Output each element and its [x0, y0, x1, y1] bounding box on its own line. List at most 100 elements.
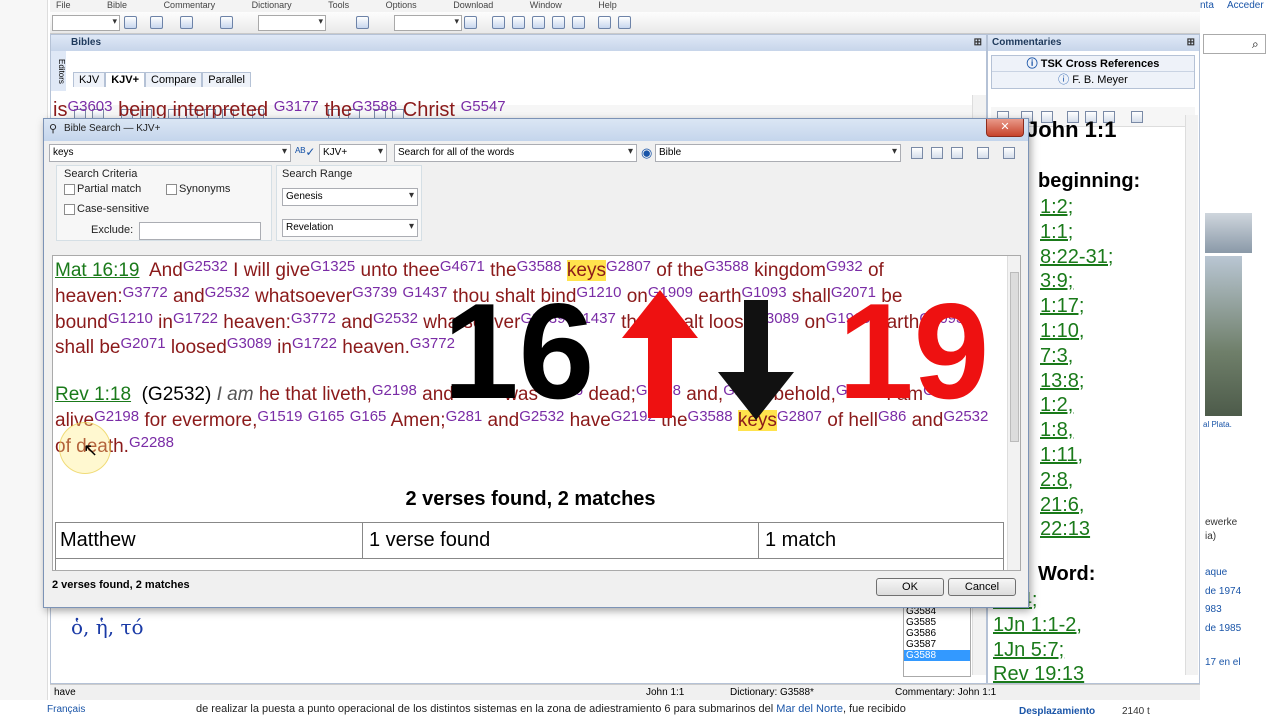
cancel-button[interactable]: Cancel — [948, 578, 1016, 596]
main-toolbar — [50, 12, 1200, 34]
layout5-icon[interactable] — [572, 16, 585, 29]
web-search-box[interactable]: ⌕ — [1203, 34, 1266, 54]
tab-compare[interactable]: Compare — [145, 72, 203, 87]
menu-bible[interactable]: Bible — [101, 0, 127, 10]
editors-side-tab[interactable]: Editors — [51, 51, 66, 91]
exclude-input[interactable] — [139, 222, 261, 240]
cross-ref-link[interactable]: 1Jn 1:1-2, — [993, 613, 1084, 638]
strong-item[interactable]: G3585 — [904, 617, 970, 628]
menu-dictionary[interactable]: Dictionary — [246, 0, 292, 10]
up-arrow-icon — [622, 290, 698, 418]
synonyms-checkbox[interactable] — [166, 184, 177, 195]
menu-commentary[interactable]: Commentary — [158, 0, 216, 10]
cross-ref-link[interactable]: 1Jn 5:7; — [993, 638, 1084, 663]
tab-kjv[interactable]: KJV — [73, 72, 106, 87]
export-results-icon[interactable] — [977, 147, 989, 159]
image-icon[interactable] — [598, 16, 611, 29]
marker-icon[interactable] — [1131, 111, 1143, 123]
forward-icon[interactable] — [180, 16, 193, 29]
cross-ref-link[interactable]: 1:8, — [1040, 418, 1113, 443]
tab-parallel[interactable]: Parallel — [202, 72, 251, 87]
strong-list[interactable]: G3584 G3585 G3586 G3587 G3588 — [903, 605, 971, 677]
cross-ref-link[interactable]: 1:2, — [1040, 393, 1113, 418]
strong-item[interactable]: G3587 — [904, 639, 970, 650]
cross-ref-link[interactable]: 1:1; — [1040, 220, 1113, 245]
eraser-icon[interactable] — [356, 16, 369, 29]
binoculars-icon: ⚲ — [49, 123, 58, 135]
cross-ref-link[interactable]: 1:10, — [1040, 319, 1113, 344]
cross-ref-link[interactable]: 8:22-31; — [1040, 245, 1113, 270]
layout4-icon[interactable] — [552, 16, 565, 29]
verse-combo[interactable] — [52, 15, 120, 31]
tab-meyer[interactable]: ⓘ F. B. Meyer — [992, 72, 1194, 88]
web-desplaz-label: Desplazamiento — [1019, 706, 1096, 717]
menu-help[interactable]: Help — [592, 0, 617, 10]
back-search-icon[interactable] — [911, 147, 923, 159]
scope-select[interactable]: Bible — [655, 144, 901, 162]
web-line-2: ia) — [1205, 531, 1217, 542]
case-sensitive-checkbox[interactable] — [64, 204, 75, 215]
menu-download[interactable]: Download — [447, 0, 493, 10]
verse-ref-link[interactable]: Rev 1:18 — [55, 384, 131, 405]
results-scrollbar[interactable] — [1007, 256, 1020, 570]
cross-ref-link[interactable]: 21:6, — [1040, 493, 1113, 518]
strong-item[interactable]: G3586 — [904, 628, 970, 639]
table-cell-verses: 1 verse found — [363, 523, 759, 559]
highlight-icon[interactable] — [464, 16, 477, 29]
book-icon[interactable] — [124, 16, 137, 29]
web-partial-text: nta — [1200, 0, 1214, 11]
ok-button[interactable]: OK — [876, 578, 944, 596]
cross-ref-link[interactable]: 1:17; — [1040, 294, 1113, 319]
layout1-icon[interactable] — [492, 16, 505, 29]
tool-combo[interactable] — [394, 15, 462, 31]
web-lang-link[interactable]: Français — [47, 704, 85, 715]
cross-ref-link[interactable]: 1:2; — [1040, 195, 1113, 220]
pin-icon[interactable]: ⊞ — [1187, 37, 1195, 48]
strong-item-selected[interactable]: G3588 — [904, 650, 970, 661]
pin-icon[interactable]: ⊞ — [974, 37, 982, 48]
back-icon[interactable] — [150, 16, 163, 29]
version-select[interactable]: KJV+ — [319, 144, 387, 162]
cross-ref-link[interactable]: 22:13 — [1040, 517, 1113, 542]
dialog-status: 2 verses found, 2 matches — [52, 579, 190, 591]
cross-ref-link[interactable]: 3:9; — [1040, 269, 1113, 294]
search-combo[interactable] — [258, 15, 326, 31]
search-mode-select[interactable]: Search for all of the words — [394, 144, 637, 162]
cross-ref-link[interactable]: 7:3, — [1040, 344, 1113, 369]
layout3-icon[interactable] — [532, 16, 545, 29]
synonyms-label: Synonyms — [179, 183, 231, 195]
search-button-icon[interactable] — [1003, 147, 1015, 159]
tab-kjv-plus[interactable]: KJV+ — [105, 72, 146, 87]
close-button[interactable]: ✕ — [986, 119, 1024, 137]
verse-ref-link[interactable]: Mat 16:19 — [55, 260, 140, 281]
partial-match-checkbox[interactable] — [64, 184, 75, 195]
layout2-icon[interactable] — [512, 16, 525, 29]
menu-options[interactable]: Options — [380, 0, 417, 10]
info-icon: ⓘ — [1058, 74, 1073, 86]
binoculars-icon[interactable] — [220, 16, 233, 29]
menu-tools[interactable]: Tools — [322, 0, 349, 10]
commentary-scrollbar[interactable] — [1185, 115, 1198, 675]
web-acceder-link[interactable]: Acceder — [1227, 0, 1264, 11]
range-to-select[interactable]: Revelation — [282, 219, 418, 237]
print-results-icon[interactable] — [931, 147, 943, 159]
menu-window[interactable]: Window — [524, 0, 562, 10]
results-table: Matthew 1 verse found 1 match — [55, 522, 1004, 570]
web-mar-link[interactable]: Mar del Norte — [776, 703, 843, 715]
web-line-4: de 1974 — [1205, 586, 1242, 597]
range-from-select[interactable]: Genesis — [282, 188, 418, 206]
tab-tsk[interactable]: ⓘ TSK Cross References — [992, 56, 1194, 72]
table-cell-book[interactable]: Matthew — [56, 523, 363, 559]
cross-ref-link[interactable]: 1:11, — [1040, 443, 1113, 468]
dialog-title: Bible Search — KJV+ — [64, 123, 161, 134]
scrollbar-thumb[interactable] — [1010, 272, 1019, 442]
spellcheck-icon[interactable]: ᴬᴮ✓ — [295, 145, 315, 159]
menu-file[interactable]: File — [50, 0, 71, 10]
beginning-label: beginning: — [1038, 170, 1141, 192]
search-input[interactable]: keys — [49, 144, 291, 162]
background-left-strip — [0, 0, 48, 720]
cross-ref-link[interactable]: 2:8, — [1040, 468, 1113, 493]
copy-results-icon[interactable] — [951, 147, 963, 159]
cross-ref-link[interactable]: 13:8; — [1040, 369, 1113, 394]
chart-icon[interactable] — [618, 16, 631, 29]
